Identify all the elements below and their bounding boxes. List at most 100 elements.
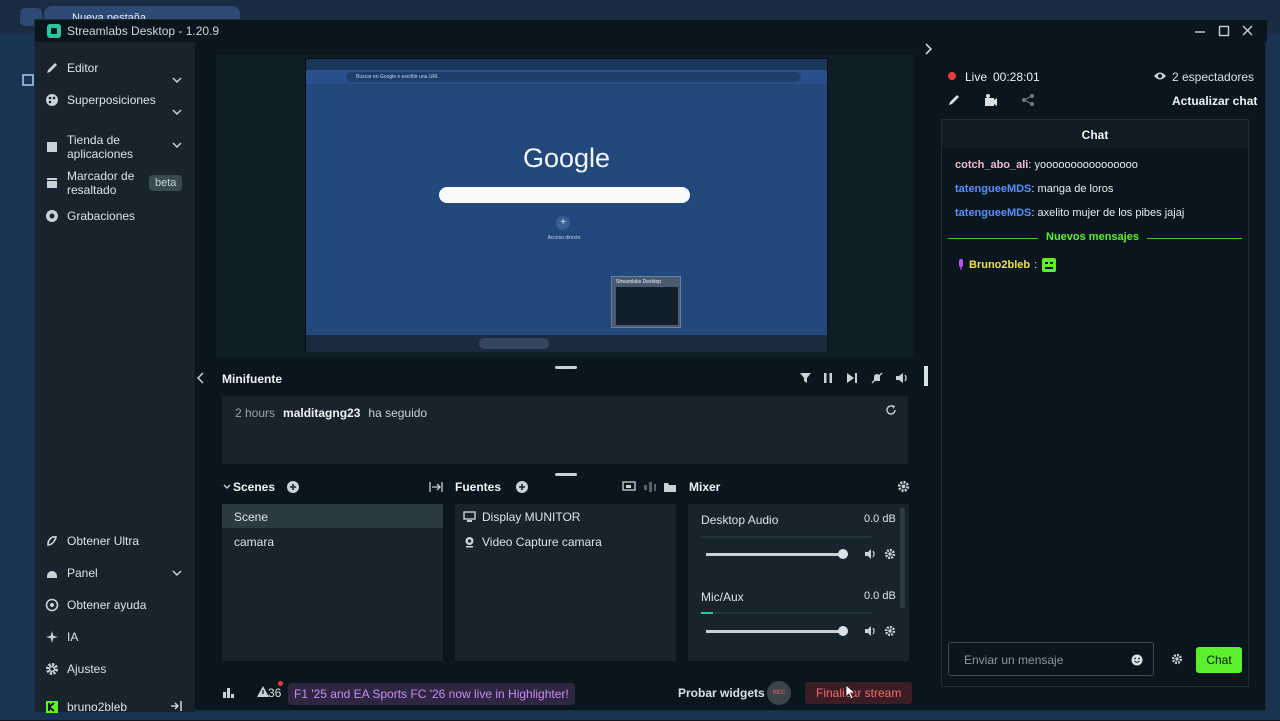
chevron-down-icon[interactable] <box>171 74 183 86</box>
captured-thumbnail: Streamlabs Desktop <box>611 276 681 328</box>
test-widgets-button[interactable]: Probar widgets <box>678 686 765 700</box>
volume-slider-track[interactable] <box>706 553 846 556</box>
nav-item-user[interactable]: bruno2bleb <box>45 693 185 721</box>
chevron-down-icon[interactable] <box>171 139 183 151</box>
scrollbar[interactable] <box>924 366 928 386</box>
resize-handle[interactable] <box>555 473 577 476</box>
alerts-count: 36 <box>268 686 282 700</box>
nav-item-label: IA <box>67 630 79 644</box>
mic-badge-icon <box>959 259 963 270</box>
nav-item-ultra[interactable]: Obtener Ultra <box>45 527 185 555</box>
end-stream-button[interactable]: Finalizar stream <box>805 682 913 704</box>
collapse-left-icon[interactable] <box>196 372 206 384</box>
speaker-icon[interactable] <box>864 625 877 637</box>
nav-item-editor[interactable]: Editor <box>45 54 185 82</box>
close-icon[interactable] <box>1237 22 1259 40</box>
refresh-icon[interactable] <box>885 404 897 416</box>
scene-transition-icon[interactable] <box>429 480 443 494</box>
nav-item-help[interactable]: Obtener ayuda <box>45 591 185 619</box>
captured-shortcut-icon: + <box>556 216 570 230</box>
streamlabs-logo-icon <box>47 24 61 38</box>
source-item[interactable]: Display MUNITOR <box>463 510 580 524</box>
beta-badge: beta <box>149 175 183 191</box>
mute-alerts-icon[interactable] <box>871 372 883 384</box>
new-messages-label: Nuevos mensajes <box>1038 231 1147 243</box>
nav-item-recordings[interactable]: Grabaciones <box>45 202 185 230</box>
chat-input[interactable]: Enviar un mensaje <box>948 642 1154 676</box>
speaker-icon[interactable] <box>864 548 877 560</box>
source-folder-icon[interactable] <box>663 480 677 494</box>
chat-username[interactable]: cotch_abo_ali <box>955 159 1028 171</box>
nav-item-ai[interactable]: IA <box>45 623 185 651</box>
add-scene-icon[interactable] <box>286 480 300 494</box>
maximize-icon[interactable] <box>1213 22 1235 40</box>
gear-icon <box>46 663 58 675</box>
scene-item[interactable]: camara <box>222 529 443 553</box>
chat-message: Bruno2bleb: <box>957 257 1057 273</box>
minimize-icon[interactable] <box>1189 22 1211 40</box>
source-label: Display MUNITOR <box>482 510 581 524</box>
chat-text: manga de loros <box>1037 183 1114 195</box>
live-label: Live <box>965 70 988 84</box>
emote-icon <box>1042 258 1057 272</box>
chat-username[interactable]: tatengueeMDS <box>955 183 1031 195</box>
nav-item-panel[interactable]: Panel <box>45 559 185 587</box>
source-label: Video Capture camara <box>482 535 602 549</box>
stats-icon[interactable] <box>222 686 235 699</box>
nav-item-label: Ajustes <box>67 662 107 676</box>
logout-icon[interactable] <box>169 699 183 713</box>
nav-item-label: Marcador de resaltado <box>67 169 135 197</box>
scene-item[interactable]: Scene <box>222 504 443 528</box>
nav-item-settings[interactable]: Ajustes <box>45 655 185 683</box>
refresh-chat-button[interactable]: Actualizar chat <box>1172 94 1257 108</box>
chevron-right-icon[interactable] <box>923 43 933 55</box>
nav-item-label: Tienda de aplicaciones <box>67 133 134 161</box>
nav-item-label: Obtener Ultra <box>67 534 140 548</box>
volume-icon[interactable] <box>895 372 909 384</box>
chat-username[interactable]: tatengueeMDS <box>955 207 1031 219</box>
nav-item-overlays[interactable]: Superposiciones <box>45 86 185 114</box>
palette-icon <box>46 94 58 106</box>
eye-icon <box>1154 72 1166 80</box>
chevron-down-icon[interactable] <box>171 106 183 118</box>
preview-display-capture: Buscar en Google o escribir una URL Goog… <box>305 58 828 352</box>
edit-icon[interactable] <box>947 93 961 107</box>
ultra-icon <box>47 536 57 546</box>
volume-slider-handle[interactable] <box>838 549 848 559</box>
chat-message: cotch_abo_ali: yoooooooooooooooo <box>955 159 1138 171</box>
chevron-down-icon[interactable] <box>222 482 232 492</box>
emoji-icon[interactable] <box>1131 654 1143 666</box>
video-icon[interactable] <box>984 93 998 107</box>
rec-button[interactable]: REC <box>767 681 791 705</box>
source-item[interactable]: Video Capture camara <box>463 535 602 549</box>
channel-gear-icon[interactable] <box>884 625 896 637</box>
monitor-icon <box>463 511 476 522</box>
captured-address-bar: Buscar en Google o escribir una URL <box>346 72 801 82</box>
pause-icon[interactable] <box>822 372 834 384</box>
chat-username[interactable]: Bruno2bleb <box>969 259 1030 271</box>
channel-name: Mic/Aux <box>701 590 744 604</box>
chevron-down-icon[interactable] <box>171 567 183 579</box>
channel-name: Desktop Audio <box>701 513 779 527</box>
mixer-settings-gear-icon[interactable] <box>897 480 910 493</box>
volume-slider-handle[interactable] <box>838 626 848 636</box>
chat-settings-gear-icon[interactable] <box>1171 653 1183 665</box>
channel-gear-icon[interactable] <box>884 548 896 560</box>
clapperboard-icon <box>47 178 57 188</box>
news-banner[interactable]: F1 '25 and EA Sports FC '26 now live in … <box>288 683 575 705</box>
volume-slider-track[interactable] <box>706 630 846 633</box>
skip-icon[interactable] <box>846 372 858 384</box>
filter-icon[interactable] <box>799 372 812 384</box>
chat-send-button[interactable]: Chat <box>1196 647 1242 673</box>
add-source-icon[interactable] <box>515 480 529 494</box>
mixer-scrollbar[interactable] <box>900 508 905 608</box>
apps-grid-icon[interactable] <box>22 74 34 86</box>
share-icon[interactable] <box>1021 93 1035 107</box>
nav-item-label: Grabaciones <box>67 209 136 223</box>
event-user[interactable]: malditagng23 <box>283 406 360 420</box>
source-audio-icon[interactable] <box>643 480 657 494</box>
source-display-icon[interactable] <box>622 480 636 494</box>
channel-level: 0.0 dB <box>864 590 896 602</box>
nav-item-label: Panel <box>67 566 98 580</box>
nav-item-app-store[interactable]: Tienda de aplicaciones <box>45 133 185 161</box>
